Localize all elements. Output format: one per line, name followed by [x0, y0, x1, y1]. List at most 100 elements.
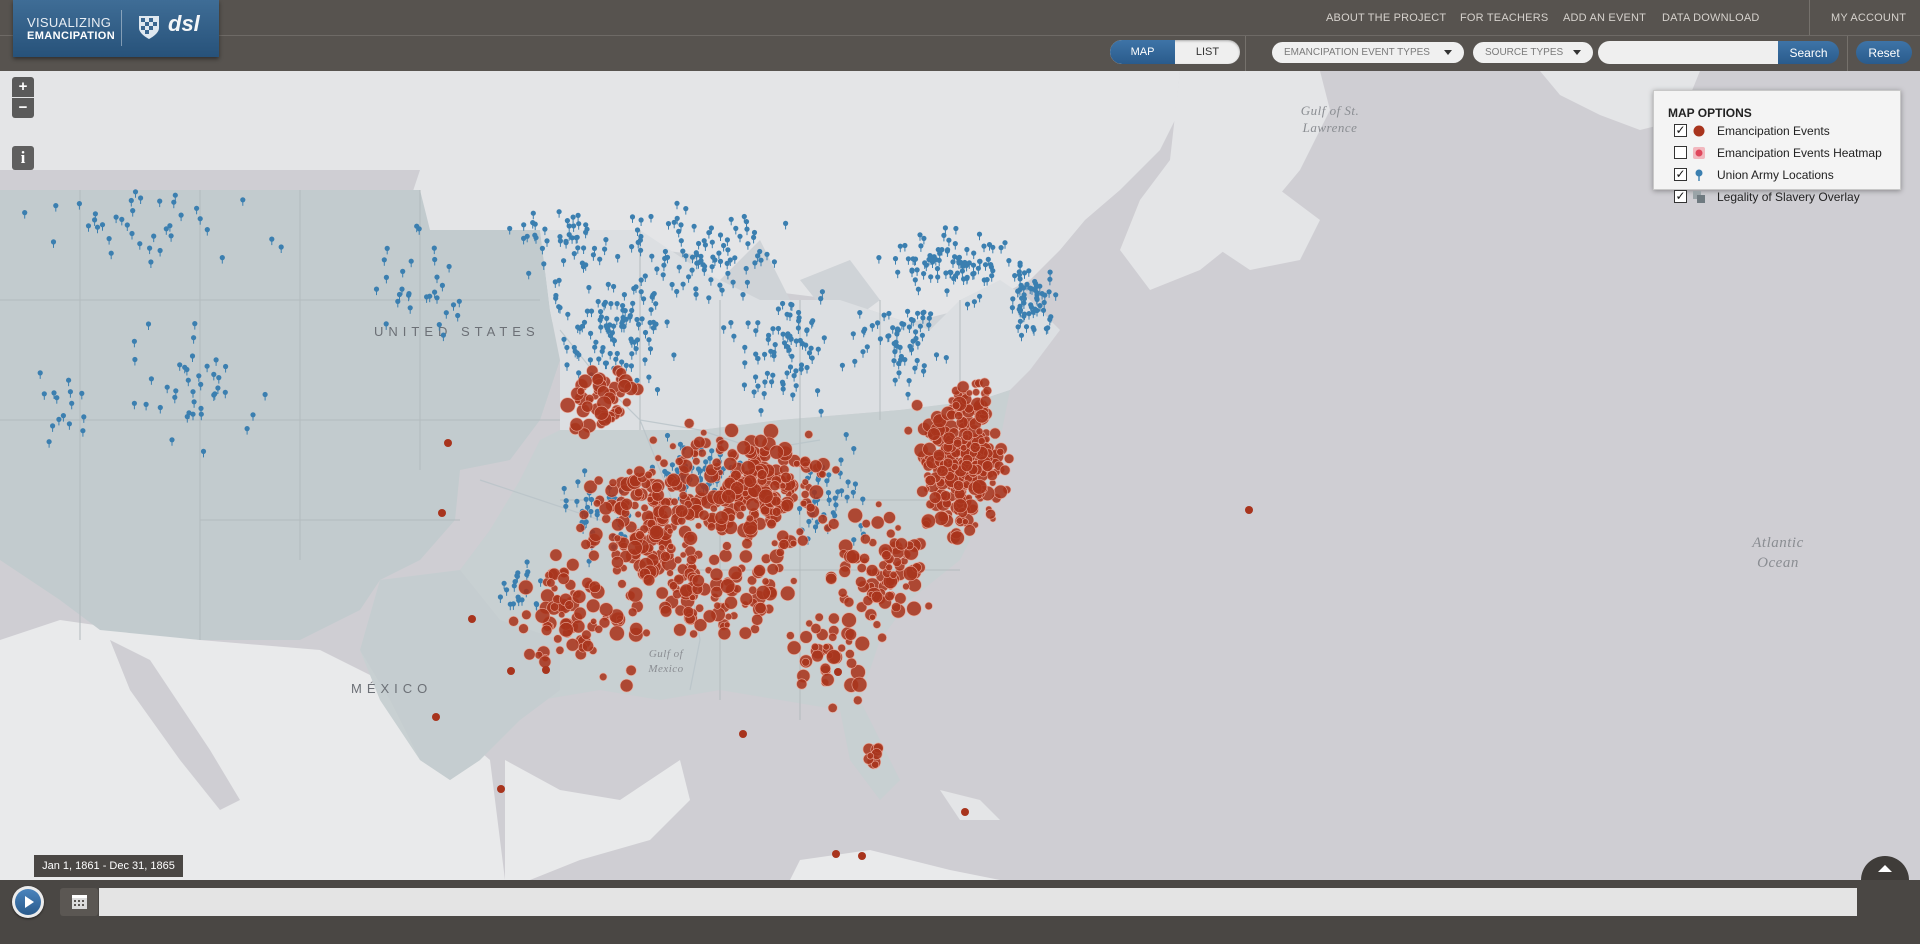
- nav-teachers-link[interactable]: FOR TEACHERS: [1460, 12, 1548, 24]
- union-army-marker: [943, 355, 949, 364]
- emancipation-event-marker: [518, 623, 529, 634]
- union-army-marker: [424, 294, 430, 303]
- emancipation-event-marker: [634, 510, 642, 519]
- emancipation-event-marker: [609, 625, 625, 642]
- emancipation-event-marker: [859, 553, 870, 564]
- union-army-marker: [751, 234, 757, 244]
- emancipation-event-marker: [766, 518, 777, 530]
- emancipation-event-marker: [497, 785, 505, 793]
- union-army-marker: [680, 281, 686, 291]
- union-army-marker: [590, 252, 597, 261]
- source-types-dropdown[interactable]: SOURCE TYPES: [1473, 42, 1593, 63]
- emancipation-event-marker: [750, 624, 760, 634]
- union-army-marker: [921, 235, 927, 245]
- union-army-marker: [615, 253, 621, 263]
- chevron-up-icon: [1878, 865, 1892, 872]
- emancipation-event-marker: [797, 534, 809, 547]
- union-army-marker: [172, 394, 178, 404]
- emancipation-event-marker: [677, 516, 687, 526]
- info-button[interactable]: i: [12, 146, 34, 170]
- union-army-marker: [839, 362, 846, 372]
- union-army-marker: [574, 498, 580, 508]
- emancipation-event-marker: [518, 579, 534, 596]
- union-army-marker: [921, 368, 927, 378]
- union-army-marker: [915, 340, 921, 350]
- union-army-marker: [646, 374, 652, 384]
- emancipation-event-marker: [438, 509, 446, 517]
- union-army-marker: [892, 349, 898, 358]
- emancipation-event-marker: [741, 538, 753, 550]
- union-army-marker: [576, 221, 582, 230]
- union-army-marker: [436, 322, 442, 331]
- zoom-out-button[interactable]: −: [12, 98, 34, 118]
- search-input[interactable]: [1598, 41, 1778, 64]
- emancipation-events-checkbox[interactable]: ✓: [1674, 124, 1687, 137]
- search-button[interactable]: Search: [1778, 41, 1839, 64]
- map-view-button[interactable]: MAP: [1110, 40, 1175, 64]
- emancipation-event-marker: [799, 630, 813, 644]
- union-army-marker: [709, 448, 715, 457]
- site-logo[interactable]: VISUALIZING EMANCIPATION dsl: [13, 0, 219, 57]
- union-army-marker: [223, 363, 229, 373]
- nav-my-account-link[interactable]: MY ACCOUNT: [1831, 12, 1906, 24]
- union-army-checkbox[interactable]: ✓: [1674, 168, 1687, 181]
- union-army-marker: [1026, 268, 1032, 277]
- union-army-marker: [66, 421, 72, 430]
- map-options-title: MAP OPTIONS: [1668, 106, 1752, 120]
- nav-about-link[interactable]: ABOUT THE PROJECT: [1326, 12, 1446, 24]
- union-army-marker: [605, 281, 611, 291]
- slavery-overlay-checkbox[interactable]: ✓: [1674, 190, 1687, 203]
- emancipation-event-marker: [886, 528, 896, 539]
- map-canvas[interactable]: UNITED STATES MÉXICO Gulf of St. Lawrenc…: [0, 71, 1920, 880]
- union-army-marker: [594, 512, 600, 521]
- union-army-marker: [745, 241, 751, 250]
- emancipation-event-marker: [546, 578, 556, 588]
- emancipation-event-marker: [885, 563, 893, 572]
- union-army-marker: [706, 295, 712, 304]
- union-army-marker: [148, 376, 154, 385]
- emancipation-event-marker: [686, 554, 697, 566]
- union-army-marker: [576, 352, 582, 361]
- union-army-marker: [1016, 306, 1022, 316]
- union-army-marker: [857, 310, 863, 319]
- union-army-marker: [164, 384, 170, 394]
- union-army-marker: [843, 432, 849, 441]
- slavery-overlay-label: Legality of Slavery Overlay: [1717, 190, 1860, 204]
- union-army-marker: [432, 256, 438, 266]
- heatmap-checkbox[interactable]: [1674, 146, 1687, 159]
- union-army-marker: [742, 344, 748, 354]
- union-army-marker: [941, 232, 947, 242]
- union-army-marker: [891, 358, 897, 367]
- union-army-marker: [935, 274, 941, 283]
- union-army-marker: [66, 377, 72, 387]
- union-army-marker: [443, 310, 449, 319]
- emancipation-event-marker: [577, 373, 593, 389]
- union-army-marker: [145, 321, 152, 330]
- emancipation-event-marker: [673, 555, 683, 565]
- emancipation-event-marker: [571, 619, 586, 634]
- union-army-marker: [725, 270, 731, 280]
- expand-timeline-button[interactable]: [1861, 856, 1909, 880]
- union-army-marker: [945, 247, 951, 256]
- timeline-track[interactable]: [99, 888, 1857, 916]
- emancipation-event-marker: [822, 643, 830, 651]
- union-army-marker: [971, 250, 977, 260]
- union-army-marker: [406, 292, 412, 302]
- play-button[interactable]: [12, 886, 44, 918]
- reset-button[interactable]: Reset: [1856, 41, 1912, 64]
- union-army-marker: [552, 279, 558, 288]
- emancipation-event-marker: [555, 645, 565, 655]
- emancipation-event-marker: [724, 612, 733, 621]
- union-army-marker: [732, 255, 738, 264]
- nav-data-download-link[interactable]: DATA DOWNLOAD: [1662, 12, 1760, 24]
- union-army-marker: [588, 308, 595, 318]
- list-view-button[interactable]: LIST: [1175, 40, 1240, 64]
- union-army-marker: [192, 321, 198, 330]
- emancipation-event-marker: [566, 558, 580, 572]
- top-bar-divider: [0, 35, 1920, 36]
- nav-add-event-link[interactable]: ADD AN EVENT: [1563, 12, 1646, 24]
- zoom-in-button[interactable]: +: [12, 77, 34, 97]
- event-types-dropdown[interactable]: EMANCIPATION EVENT TYPES: [1272, 42, 1464, 63]
- calendar-button[interactable]: [60, 888, 98, 916]
- union-army-marker: [79, 390, 85, 400]
